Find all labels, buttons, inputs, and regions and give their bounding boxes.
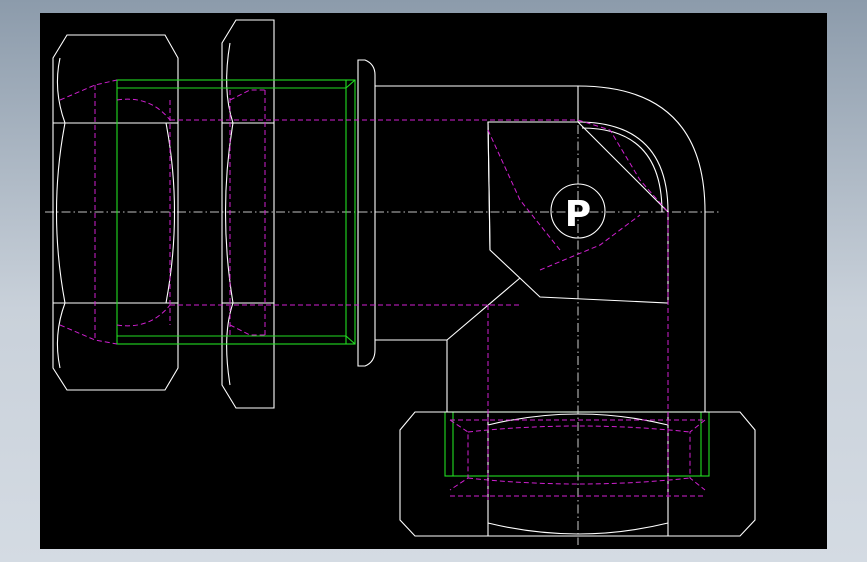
elbow-outer-contour [375, 85, 706, 412]
cad-viewport[interactable]: P [40, 13, 827, 549]
flange-outline [357, 59, 376, 367]
flange [357, 59, 376, 367]
elbow-fitting-drawing: P [45, 19, 756, 545]
hidden-lines [59, 79, 706, 500]
centerlines [45, 125, 720, 545]
logo-letter: P [565, 194, 591, 235]
elbow-body [375, 85, 706, 412]
bottom-thread-outline [444, 411, 710, 477]
